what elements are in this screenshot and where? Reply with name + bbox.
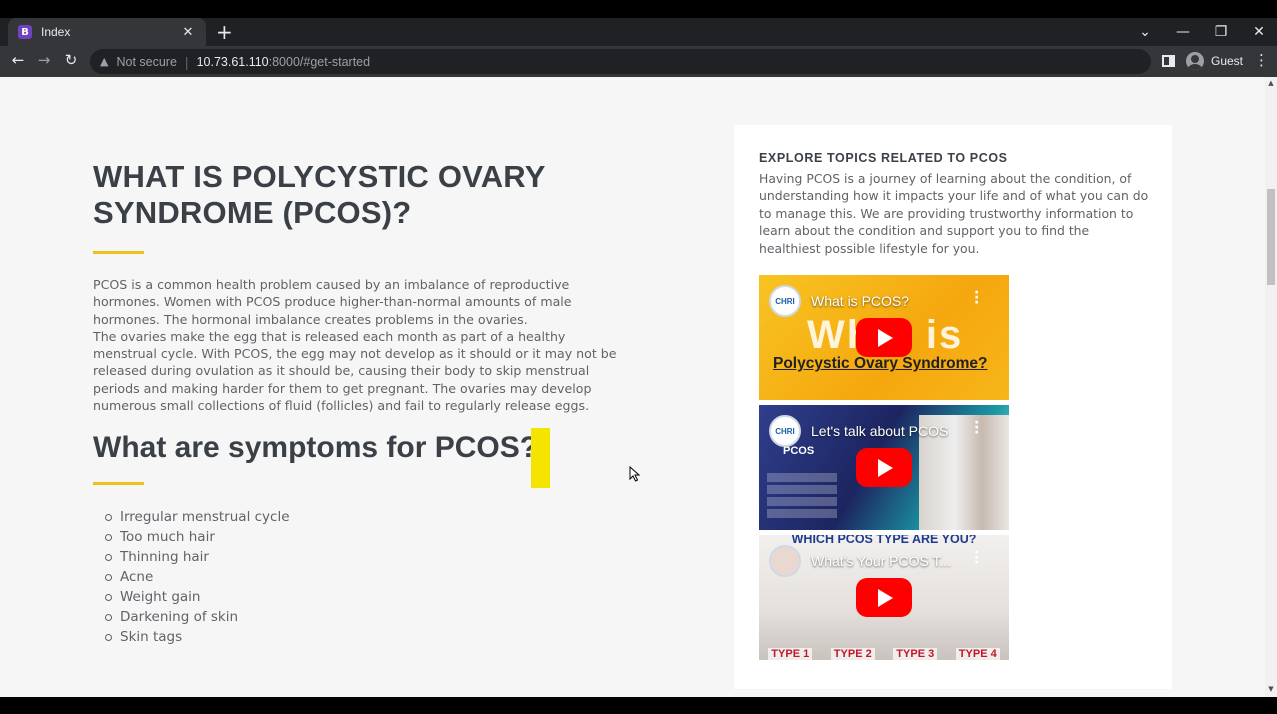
circle-bullet-icon <box>105 633 112 641</box>
symptom-label: Irregular menstrual cycle <box>120 509 290 526</box>
scroll-thumb[interactable] <box>1267 189 1275 285</box>
video-title[interactable]: What is PCOS? <box>811 293 909 309</box>
list-item: Acne <box>105 567 623 587</box>
security-label[interactable]: Not secure <box>116 55 176 69</box>
explore-topics-card: EXPLORE TOPICS RELATED TO PCOS Having PC… <box>734 125 1172 689</box>
list-item: Weight gain <box>105 587 623 607</box>
channel-avatar[interactable]: CHRI <box>769 415 801 447</box>
circle-bullet-icon <box>105 513 112 521</box>
screen-bottom-edge <box>0 697 1277 714</box>
browser-toolbar: ← → ↻ ▲ Not secure | 10.73.61.110:8000/#… <box>0 46 1277 77</box>
intro-text-2: The ovaries make the egg that is release… <box>93 328 617 414</box>
symptom-label: Darkening of skin <box>120 609 239 626</box>
title-underline <box>93 251 144 254</box>
window-controls: ⌄ — ❐ ✕ <box>1126 18 1277 46</box>
scroll-up-icon[interactable]: ▲ <box>1267 79 1275 87</box>
favicon-icon: B <box>18 25 32 39</box>
highlight-block <box>531 428 550 488</box>
symptom-label: Weight gain <box>120 589 201 606</box>
page-title: WHAT IS POLYCYSTIC OVARY SYNDROME (PCOS)… <box>93 159 546 230</box>
profile-name: Guest <box>1211 54 1244 68</box>
video-what-is-pcos[interactable]: What is Polycystic Ovary Syndrome? CHRI … <box>759 275 1009 400</box>
video-thumbnail-subtitle: Polycystic Ovary Syndrome? <box>773 355 988 372</box>
reload-icon[interactable]: ↻ <box>61 51 81 69</box>
page-scrollbar[interactable]: ▲ ▼ <box>1265 77 1277 697</box>
circle-bullet-icon <box>105 533 112 541</box>
list-item: Too much hair <box>105 527 623 547</box>
address-separator: | <box>184 53 189 70</box>
video-title[interactable]: Let's talk about PCOS <box>811 423 948 439</box>
side-panel-icon[interactable] <box>1162 55 1175 67</box>
page-viewport: WHAT IS POLYCYSTIC OVARY SYNDROME (PCOS)… <box>0 77 1265 697</box>
warning-icon[interactable]: ▲ <box>100 55 108 68</box>
video-thumbnail-types: TYPE 1 TYPE 2 TYPE 3 TYPE 4 <box>759 648 1009 660</box>
symptoms-list: Irregular menstrual cycle Too much hair … <box>93 507 623 647</box>
video-lets-talk-pcos[interactable]: PCOS CHRI Let's talk about PCOS · · · <box>759 405 1009 530</box>
scroll-down-icon[interactable]: ▼ <box>1267 685 1275 693</box>
back-icon[interactable]: ← <box>8 51 28 69</box>
avatar-icon <box>1186 52 1204 70</box>
circle-bullet-icon <box>105 573 112 581</box>
tab-search-icon[interactable]: ⌄ <box>1126 24 1164 40</box>
type-label: TYPE 1 <box>768 648 813 660</box>
restore-icon[interactable]: ❐ <box>1202 24 1240 40</box>
minimize-icon[interactable]: — <box>1164 24 1202 40</box>
channel-avatar[interactable]: CHRI <box>769 285 801 317</box>
type-label: TYPE 3 <box>893 648 938 660</box>
more-options-icon[interactable]: · · · <box>974 416 979 440</box>
mouse-cursor-icon <box>629 466 641 482</box>
url-host[interactable]: 10.73.61.110 <box>197 55 269 69</box>
tab-strip: B Index ✕ + <box>0 18 1277 46</box>
play-button-icon[interactable] <box>856 448 912 487</box>
intro-paragraph: PCOS is a common health problem caused b… <box>93 276 623 414</box>
intro-text-1: PCOS is a common health problem caused b… <box>93 277 572 327</box>
circle-bullet-icon <box>105 553 112 561</box>
close-tab-icon[interactable]: ✕ <box>180 24 196 40</box>
forward-icon[interactable]: → <box>34 51 54 69</box>
list-item: Darkening of skin <box>105 607 623 627</box>
symptoms-underline <box>93 482 144 486</box>
more-options-icon[interactable]: · · · <box>974 286 979 310</box>
explore-topics-text: Having PCOS is a journey of learning abo… <box>759 171 1149 256</box>
more-options-icon[interactable]: · · · <box>974 546 979 570</box>
symptom-label: Skin tags <box>120 629 183 646</box>
list-item: Thinning hair <box>105 547 623 567</box>
list-item: Irregular menstrual cycle <box>105 507 623 527</box>
address-bar[interactable]: ▲ Not secure | 10.73.61.110:8000/#get-st… <box>90 49 1151 74</box>
play-button-icon[interactable] <box>856 318 912 357</box>
video-thumbnail-text: PCOS <box>783 445 815 457</box>
url-path[interactable]: :8000/#get-started <box>269 55 370 69</box>
tab-index[interactable]: B Index ✕ <box>8 18 206 46</box>
screen-top-edge <box>0 0 1277 18</box>
tab-title: Index <box>41 25 71 39</box>
symptom-label: Thinning hair <box>120 549 209 566</box>
circle-bullet-icon <box>105 613 112 621</box>
pcos-info-section: WHAT IS POLYCYSTIC OVARY SYNDROME (PCOS)… <box>93 159 623 647</box>
explore-topics-title: EXPLORE TOPICS RELATED TO PCOS <box>759 151 1008 165</box>
symptom-label: Too much hair <box>120 529 215 546</box>
circle-bullet-icon <box>105 593 112 601</box>
symptom-label: Acne <box>120 569 154 586</box>
video-pcos-type[interactable]: WHICH PCOS TYPE ARE YOU? TYPE 1 TYPE 2 T… <box>759 535 1009 660</box>
list-item: Skin tags <box>105 627 623 647</box>
close-icon[interactable]: ✕ <box>1240 24 1277 40</box>
video-thumbnail-text: WHICH PCOS TYPE ARE YOU? <box>791 535 977 546</box>
video-thumbnail-list <box>767 473 837 521</box>
new-tab-button[interactable]: + <box>216 22 233 42</box>
menu-icon[interactable]: ⋮ <box>1254 51 1269 69</box>
channel-avatar[interactable] <box>769 545 801 577</box>
type-label: TYPE 2 <box>830 648 875 660</box>
profile-button[interactable]: Guest <box>1186 52 1243 70</box>
video-title[interactable]: What's Your PCOS T... <box>811 553 951 569</box>
type-label: TYPE 4 <box>955 648 1000 660</box>
play-button-icon[interactable] <box>856 578 912 617</box>
